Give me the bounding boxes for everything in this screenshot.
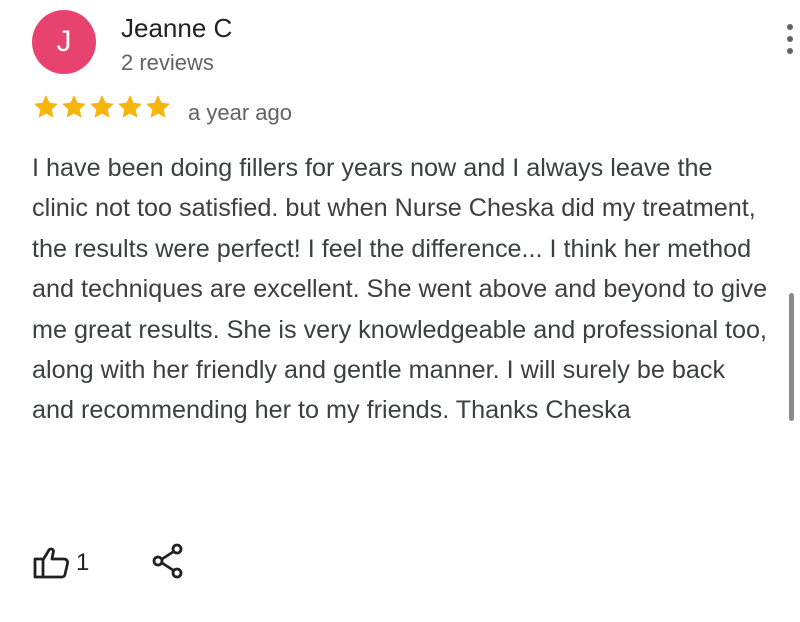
reviewer-review-count: 2 reviews bbox=[121, 50, 214, 75]
more-options-button[interactable] bbox=[780, 22, 800, 56]
star-icon bbox=[146, 95, 170, 118]
thumbs-up-icon bbox=[33, 547, 69, 579]
review-date: a year ago bbox=[188, 100, 292, 125]
share-icon bbox=[152, 543, 183, 579]
star-icon bbox=[62, 95, 86, 118]
avatar[interactable]: J bbox=[32, 10, 96, 74]
avatar-initial: J bbox=[56, 25, 72, 58]
scrollbar-thumb[interactable] bbox=[789, 293, 794, 421]
star-icon bbox=[118, 95, 142, 118]
share-button[interactable] bbox=[150, 542, 186, 580]
star-icon bbox=[34, 95, 58, 118]
review-text: I have been doing fillers for years now … bbox=[32, 154, 768, 425]
like-count: 1 bbox=[76, 549, 90, 576]
reviewer-name[interactable]: Jeanne C bbox=[121, 13, 232, 44]
like-button[interactable]: 1 bbox=[32, 544, 89, 582]
star-rating bbox=[32, 93, 172, 127]
star-icon bbox=[90, 95, 114, 118]
